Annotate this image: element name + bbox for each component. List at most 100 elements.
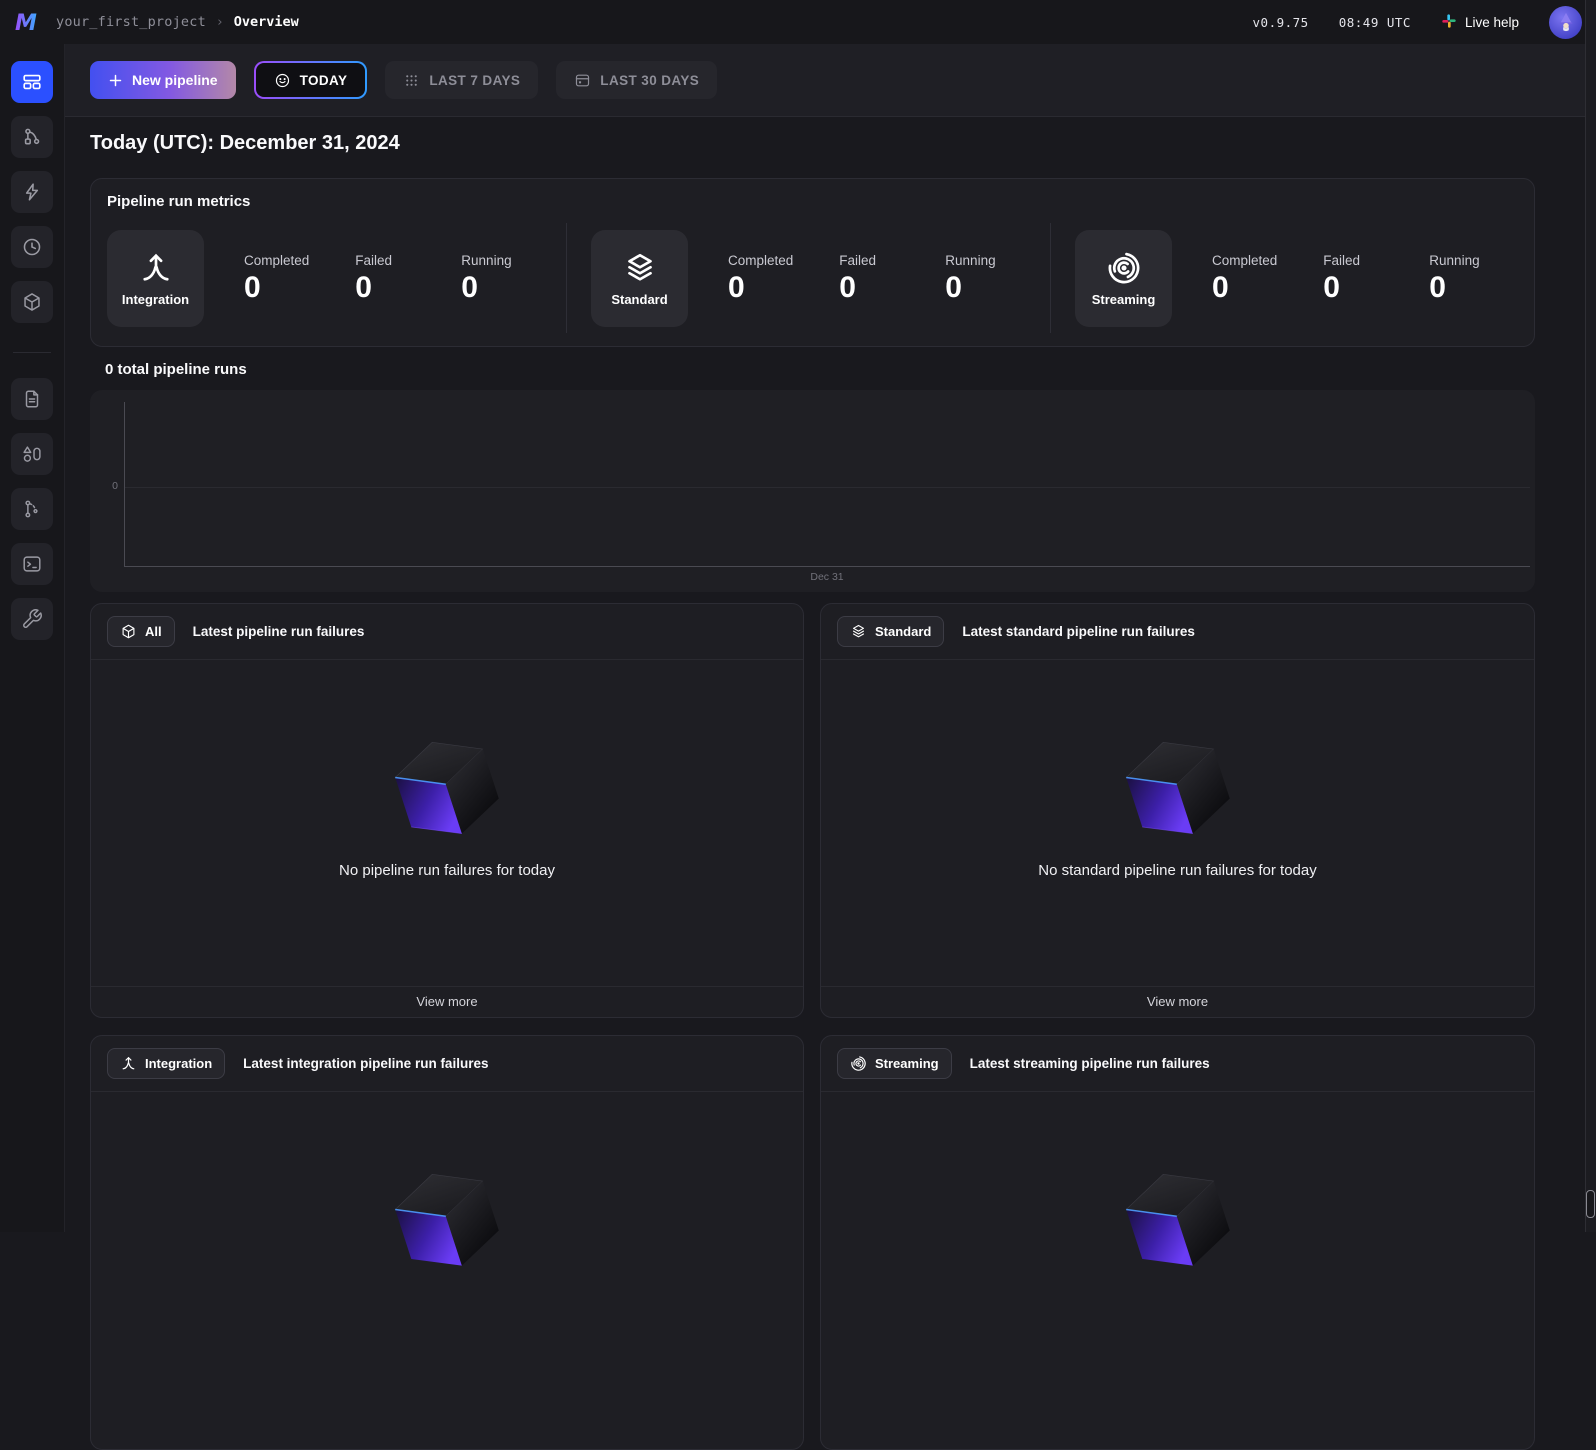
sidebar-item-terminal[interactable] (11, 543, 53, 585)
date-heading: Today (UTC): December 31, 2024 (90, 132, 400, 155)
utc-clock: 08:49 UTC (1339, 15, 1411, 30)
chart-gridline (125, 487, 1530, 488)
pipelines-tree-icon (21, 126, 43, 148)
files-document-icon (21, 388, 43, 410)
stat-standard-completed: Completed 0 (728, 253, 793, 303)
total-runs-chart-title: 0 total pipeline runs (105, 361, 247, 378)
stat-integration-running: Running 0 (461, 253, 521, 303)
live-help-link[interactable]: Live help (1441, 13, 1519, 32)
standard-layers-icon (622, 250, 658, 286)
stat-standard-failed: Failed 0 (839, 253, 899, 303)
breadcrumb-separator: › (216, 15, 224, 30)
range-today-label: TODAY (300, 73, 348, 88)
triggers-lightning-icon (21, 181, 43, 203)
empty-cube-illustration (1118, 728, 1238, 848)
settings-wrench-icon (21, 608, 43, 630)
vertical-scrollbar-thumb[interactable] (1586, 1190, 1595, 1218)
sidebar-item-global-data-products[interactable] (11, 281, 53, 323)
calendar-icon (574, 72, 591, 89)
chart-y-tick: 0 (90, 480, 118, 492)
chart-x-tick: Dec 31 (124, 571, 1530, 583)
card-standard-view-more[interactable]: View more (821, 986, 1534, 1017)
sidebar-item-pipelines[interactable] (11, 116, 53, 158)
card-all-empty-text: No pipeline run failures for today (339, 862, 555, 879)
chip-integration[interactable]: Integration (107, 1048, 225, 1079)
sidebar-item-files[interactable] (11, 378, 53, 420)
chart-x-axis (124, 566, 1530, 567)
card-standard-title: Latest standard pipeline run failures (962, 624, 1195, 639)
vertical-scrollbar-track[interactable] (1585, 0, 1596, 1232)
chart-y-axis (124, 402, 125, 566)
failure-cards-grid: All Latest pipeline run failures No pipe… (90, 603, 1535, 1450)
pipeline-run-metrics-card: Pipeline run metrics Integration Complet… (90, 178, 1535, 347)
sidebar-item-overview[interactable] (11, 61, 53, 103)
live-help-label: Live help (1465, 15, 1519, 30)
chip-all[interactable]: All (107, 616, 175, 647)
standard-tile[interactable]: Standard (591, 230, 688, 327)
breadcrumb-project[interactable]: your_first_project (56, 14, 206, 30)
chip-all-label: All (145, 624, 162, 639)
version-label: v0.9.75 (1253, 15, 1309, 30)
new-pipeline-button[interactable]: New pipeline (90, 61, 236, 99)
chip-streaming-label: Streaming (875, 1056, 939, 1071)
mage-logo[interactable]: M (12, 7, 42, 37)
metric-group-streaming: Streaming Completed 0 Failed 0 Running 0 (1051, 223, 1534, 333)
card-all-view-more[interactable]: View more (91, 986, 803, 1017)
stat-streaming-failed: Failed 0 (1323, 253, 1383, 303)
chip-integration-label: Integration (145, 1056, 212, 1071)
templates-shapes-icon (21, 443, 43, 465)
stat-integration-failed: Failed 0 (355, 253, 415, 303)
version-control-branch-icon (21, 498, 43, 520)
logo-letter: M (15, 11, 37, 35)
breadcrumb-page[interactable]: Overview (234, 14, 299, 30)
integration-merge-icon (138, 250, 174, 286)
smiley-icon (274, 72, 291, 89)
range-last7-button[interactable]: LAST 7 DAYS (385, 61, 538, 99)
sidebar-item-triggers[interactable] (11, 171, 53, 213)
terminal-icon (21, 553, 43, 575)
sidebar-divider (13, 352, 51, 353)
standard-tile-label: Standard (611, 292, 667, 307)
user-avatar[interactable] (1549, 6, 1582, 39)
integration-tile-label: Integration (122, 292, 189, 307)
chip-standard-label: Standard (875, 624, 931, 639)
total-runs-chart: 0 Dec 31 (90, 390, 1535, 592)
range-last30-button[interactable]: LAST 30 DAYS (556, 61, 717, 99)
runs-clock-icon (21, 236, 43, 258)
slack-icon (1441, 13, 1457, 32)
card-streaming-failures: Streaming Latest streaming pipeline run … (820, 1035, 1535, 1450)
integration-tile[interactable]: Integration (107, 230, 204, 327)
cube-icon (120, 623, 137, 640)
new-pipeline-label: New pipeline (132, 72, 218, 88)
card-integration-title: Latest integration pipeline run failures (243, 1056, 488, 1071)
sidebar-item-pipeline-runs[interactable] (11, 226, 53, 268)
empty-cube-illustration (387, 728, 507, 848)
wizard-avatar-icon (1555, 11, 1577, 33)
main-content: New pipeline TODAY LAST 7 DAYS (65, 44, 1585, 1232)
chip-streaming[interactable]: Streaming (837, 1048, 952, 1079)
plus-icon (108, 73, 123, 88)
metric-group-integration: Integration Completed 0 Failed 0 Running… (91, 223, 567, 333)
stat-streaming-running: Running 0 (1429, 253, 1489, 303)
card-integration-failures: Integration Latest integration pipeline … (90, 1035, 804, 1450)
left-sidebar (0, 44, 65, 1232)
streaming-tile[interactable]: Streaming (1075, 230, 1172, 327)
card-all-failures: All Latest pipeline run failures No pipe… (90, 603, 804, 1018)
range-last7-label: LAST 7 DAYS (429, 73, 520, 88)
stat-integration-completed: Completed 0 (244, 253, 309, 303)
streaming-tile-label: Streaming (1092, 292, 1156, 307)
streaming-spiral-icon (850, 1055, 867, 1072)
card-streaming-title: Latest streaming pipeline run failures (970, 1056, 1210, 1071)
sidebar-item-templates[interactable] (11, 433, 53, 475)
sidebar-item-version-control[interactable] (11, 488, 53, 530)
top-header-bar: M your_first_project › Overview v0.9.75 … (0, 0, 1596, 44)
dots-grid-icon (403, 72, 420, 89)
range-today-button[interactable]: TODAY (254, 61, 368, 99)
metric-group-standard: Standard Completed 0 Failed 0 Running 0 (567, 223, 1051, 333)
card-all-title: Latest pipeline run failures (193, 624, 365, 639)
sidebar-item-settings[interactable] (11, 598, 53, 640)
chip-standard[interactable]: Standard (837, 616, 944, 647)
card-standard-failures: Standard Latest standard pipeline run fa… (820, 603, 1535, 1018)
standard-layers-icon (850, 623, 867, 640)
stat-standard-running: Running 0 (945, 253, 1005, 303)
